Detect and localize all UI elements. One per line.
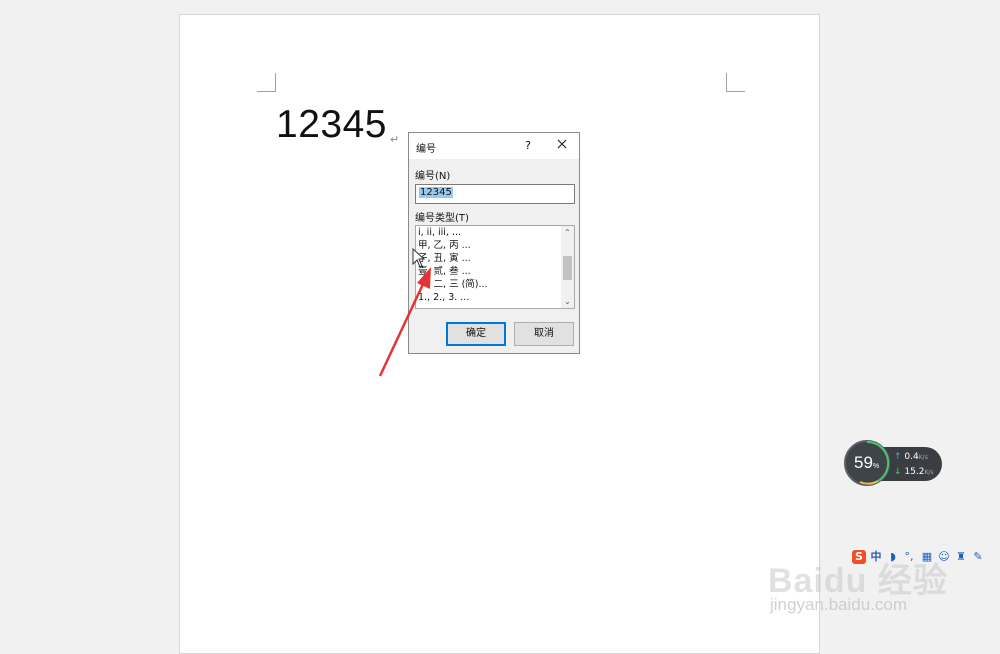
number-input-value: 12345 — [419, 187, 453, 198]
punctuation-icon[interactable]: °, — [902, 550, 916, 564]
dialog-titlebar[interactable]: 编号 ? — [409, 133, 579, 159]
network-speed-widget[interactable]: ↑ 0.4K/s ↓ 15.2K/s 59% — [844, 440, 944, 490]
help-button[interactable]: ? — [521, 139, 535, 152]
ok-button[interactable]: 确定 — [446, 322, 506, 346]
upload-value: 0.4 — [904, 452, 919, 462]
margin-corner-top-right — [726, 73, 745, 92]
download-arrow-icon: ↓ — [894, 467, 902, 477]
download-value: 15.2 — [904, 467, 925, 477]
cancel-button[interactable]: 取消 — [514, 322, 574, 346]
scroll-up-icon[interactable]: ⌃ — [563, 228, 572, 237]
keyboard-icon[interactable]: ▦ — [920, 550, 934, 564]
skin-shirt-icon[interactable]: ♜ — [954, 550, 968, 564]
download-unit: K/s — [924, 469, 934, 476]
scroll-down-icon[interactable]: ⌄ — [563, 297, 572, 306]
upload-arrow-icon: ↑ — [894, 452, 902, 462]
ime-mode-toggle[interactable]: 中 — [869, 550, 883, 564]
margin-corner-top-left — [257, 73, 276, 92]
dialog-title: 编号 — [416, 144, 436, 155]
list-item[interactable]: 一, 二, 三 (简)... — [418, 278, 488, 291]
number-input[interactable]: 12345 — [415, 184, 575, 204]
list-scrollbar[interactable]: ⌃ ⌄ — [561, 226, 574, 308]
list-item[interactable]: 壹, 贰, 叁 ... — [418, 265, 471, 278]
list-item[interactable]: 甲, 乙, 丙 ... — [418, 239, 471, 252]
upload-speed: ↑ 0.4K/s — [894, 452, 928, 462]
moon-icon[interactable]: ◗ — [886, 550, 900, 564]
number-label: 编号(N) — [415, 171, 451, 182]
baidu-watermark-url: jingyan.baidu.com — [770, 595, 908, 614]
list-item[interactable]: i, ii, iii, ... — [418, 226, 461, 239]
usage-percent: 59% — [854, 453, 880, 472]
sogou-logo-icon[interactable]: S — [852, 550, 866, 564]
paragraph-mark: ↵ — [390, 133, 400, 146]
number-type-list[interactable]: i, ii, iii, ... 甲, 乙, 丙 ... 子, 丑, 寅 ... … — [415, 225, 575, 309]
ime-toolbar: S 中 ◗ °, ▦ ☺ ♜ ✎ — [850, 548, 1000, 568]
list-item[interactable]: 1., 2., 3. ... — [418, 291, 469, 304]
wrench-icon[interactable]: ✎ — [971, 550, 985, 564]
download-speed: ↓ 15.2K/s — [894, 467, 934, 477]
user-icon[interactable]: ☺ — [937, 550, 951, 564]
close-icon[interactable] — [555, 137, 569, 151]
upload-unit: K/s — [918, 454, 928, 461]
document-text[interactable]: 12345 — [276, 103, 387, 147]
number-type-label: 编号类型(T) — [415, 213, 469, 224]
numbering-dialog: 编号 ? 编号(N) 12345 编号类型(T) i, ii, iii, ...… — [408, 132, 580, 354]
scroll-thumb[interactable] — [563, 256, 572, 280]
list-item[interactable]: 子, 丑, 寅 ... — [418, 252, 471, 265]
memory-usage-circle[interactable]: 59% — [844, 440, 890, 486]
